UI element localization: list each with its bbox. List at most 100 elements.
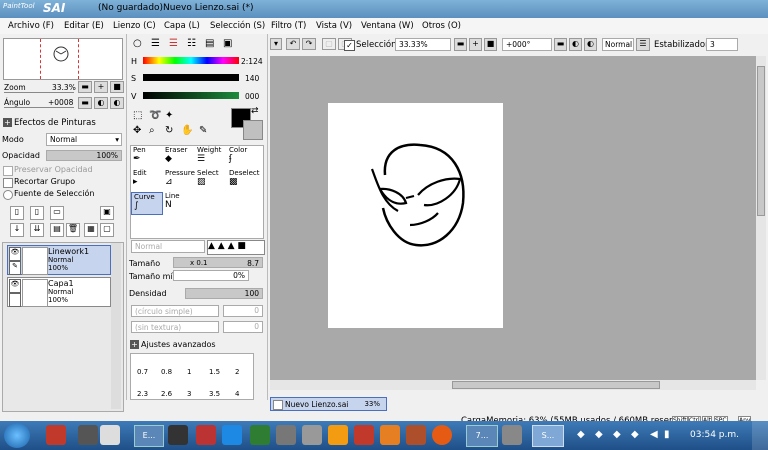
brush-shape-select[interactable]: (círculo simple) (131, 305, 219, 317)
tool-pressure[interactable]: Pressure ⊿ (163, 169, 195, 192)
blend-mode-select[interactable]: Normal (602, 38, 634, 51)
rotate-ccw-button[interactable]: ▬ (78, 97, 92, 109)
menu-editar[interactable]: Editar (E) (64, 21, 104, 31)
zoom-out-button[interactable]: ▬ (78, 81, 92, 93)
eyedropper-icon[interactable]: ✎ (199, 125, 207, 136)
rotate-reset-button[interactable]: ◐ (584, 38, 597, 51)
menu-vista[interactable]: Vista (V) (316, 21, 352, 31)
rotate-right-button[interactable]: ◐ (569, 38, 582, 51)
layer-mask-icon[interactable]: ▣ (100, 206, 114, 220)
preserve-opacity-checkbox[interactable] (3, 166, 13, 176)
zoom-reset-button[interactable]: ■ (484, 38, 497, 51)
saturation-slider[interactable] (143, 74, 239, 81)
angle-slider[interactable] (4, 107, 74, 108)
rect-select-icon[interactable]: ⬚ (133, 110, 142, 121)
merge-down-icon[interactable]: ⇊ (30, 223, 44, 237)
texture-strength[interactable]: 0 (223, 321, 263, 333)
new-layer-icon[interactable]: ▯ (10, 206, 24, 220)
tool-line[interactable]: Line Ν (163, 192, 195, 215)
vertical-scrollbar[interactable] (756, 56, 766, 380)
swatches-icon[interactable]: ▣ (223, 38, 232, 49)
min-size-slider[interactable]: 0% (173, 270, 249, 281)
tray-icon[interactable]: ◆ (613, 429, 621, 440)
deselect-button[interactable]: ▢ (322, 38, 336, 50)
taskbar-app-icon[interactable] (100, 425, 120, 445)
visibility-eye-icon[interactable]: 👁 (9, 279, 21, 293)
mixer-icon[interactable]: ▤ (205, 38, 214, 49)
drawing-canvas[interactable] (328, 103, 503, 328)
menu-capa[interactable]: Capa (L) (164, 21, 200, 31)
taskbar-window-sai[interactable]: S... (532, 425, 564, 447)
menu-filtro[interactable]: Filtro (T) (271, 21, 306, 31)
tray-icon[interactable]: ◆ (595, 429, 603, 440)
taskbar-app-icon[interactable] (406, 425, 426, 445)
rotation-select[interactable]: +000° (502, 38, 552, 51)
tray-icon[interactable]: ◆ (577, 429, 585, 440)
tool-pen[interactable]: Pen ✒ (131, 146, 163, 169)
texture-select[interactable]: (sin textura) (131, 321, 219, 333)
preset-size[interactable]: 3 (187, 390, 191, 398)
clock[interactable]: 03:54 p.m. (690, 430, 739, 440)
rotate-cw-button[interactable]: ◐ (94, 97, 108, 109)
volume-icon[interactable]: ◀ (650, 429, 658, 440)
vertical-scroll-thumb[interactable] (757, 66, 765, 216)
pen-lock-icon[interactable]: ✎ (9, 261, 21, 275)
network-icon[interactable]: ▮ (664, 429, 670, 440)
preset-size[interactable]: 2 (235, 368, 239, 376)
tray-icon[interactable]: ◆ (631, 429, 639, 440)
magic-wand-icon[interactable]: ✦ (165, 110, 173, 121)
rgb-slider-icon[interactable]: ☰ (151, 38, 160, 49)
taskbar-app-icon[interactable] (302, 425, 322, 445)
zoom-select[interactable]: 33.33% (395, 38, 451, 51)
brush-tip-shapes[interactable]: ▲ ▲ ▲ ■ (207, 240, 265, 255)
rotate-reset-button[interactable]: ◐ (110, 97, 124, 109)
lasso-icon[interactable]: ➰ (149, 110, 161, 121)
start-button[interactable] (4, 423, 30, 448)
undo-button[interactable]: ↶ (286, 38, 300, 50)
flip-button[interactable]: ☰ (636, 38, 650, 51)
preset-size[interactable]: 0.7 (137, 368, 148, 376)
preset-size[interactable]: 4 (235, 390, 239, 398)
menu-ventana[interactable]: Ventana (W) (361, 21, 414, 31)
menu-archivo[interactable]: Archivo (F) (8, 21, 54, 31)
visibility-eye-icon[interactable]: 👁 (9, 247, 21, 261)
secondary-color-swatch[interactable] (243, 120, 263, 140)
taskbar-app-icon[interactable] (46, 425, 66, 445)
menu-lienzo[interactable]: Lienzo (C) (113, 21, 156, 31)
tool-curve[interactable]: Curve ∫ (131, 192, 163, 215)
layer-item-capa1[interactable]: 👁 Capa1 Normal 100% (7, 277, 111, 307)
tool-select[interactable]: Select ▨ (195, 169, 227, 192)
selection-source-radio[interactable] (3, 190, 13, 200)
brush-mode-select[interactable]: Normal (131, 240, 205, 253)
rotate-icon[interactable]: ↻ (165, 125, 173, 136)
preset-size[interactable]: 0.8 (161, 368, 172, 376)
clear-layer-icon[interactable]: ▤ (50, 223, 64, 237)
taskbar-window[interactable]: E... (134, 425, 164, 447)
palette-icon[interactable]: ☷ (187, 38, 196, 49)
zoom-in-button[interactable]: + (94, 81, 108, 93)
zoom-reset-button[interactable]: ■ (110, 81, 124, 93)
selection-checkbox[interactable]: ✓ (344, 40, 355, 51)
preset-size[interactable]: 2.3 (137, 390, 148, 398)
menu-seleccion[interactable]: Selección (S) (210, 21, 265, 31)
tool-eraser[interactable]: Eraser ◆ (163, 146, 195, 169)
taskbar-app-icon[interactable] (250, 425, 270, 445)
layer-scrollbar[interactable] (111, 243, 121, 409)
preset-size[interactable]: 1.5 (209, 368, 220, 376)
menu-arrow-button[interactable]: ▾ (270, 38, 282, 50)
density-slider[interactable]: 100 (185, 288, 263, 299)
hsv-slider-icon[interactable]: ☰ (169, 38, 178, 49)
zoom-in-button[interactable]: + (469, 38, 482, 51)
value-slider[interactable] (143, 92, 239, 99)
brush-shape-strength[interactable]: 0 (223, 305, 263, 317)
preset-size[interactable]: 1 (187, 368, 191, 376)
color-wheel-icon[interactable]: ○ (133, 38, 142, 49)
hue-slider[interactable] (143, 57, 239, 64)
taskbar-app-icon[interactable] (276, 425, 296, 445)
taskbar-app-icon[interactable] (380, 425, 400, 445)
expand-icon[interactable]: + (130, 340, 139, 349)
swap-colors-icon[interactable]: ⇄ (251, 106, 259, 116)
tool-deselect[interactable]: Deselect ▩ (227, 169, 260, 192)
apply-mask-icon[interactable]: ▦ (84, 223, 98, 237)
rotate-left-button[interactable]: ▬ (554, 38, 567, 51)
